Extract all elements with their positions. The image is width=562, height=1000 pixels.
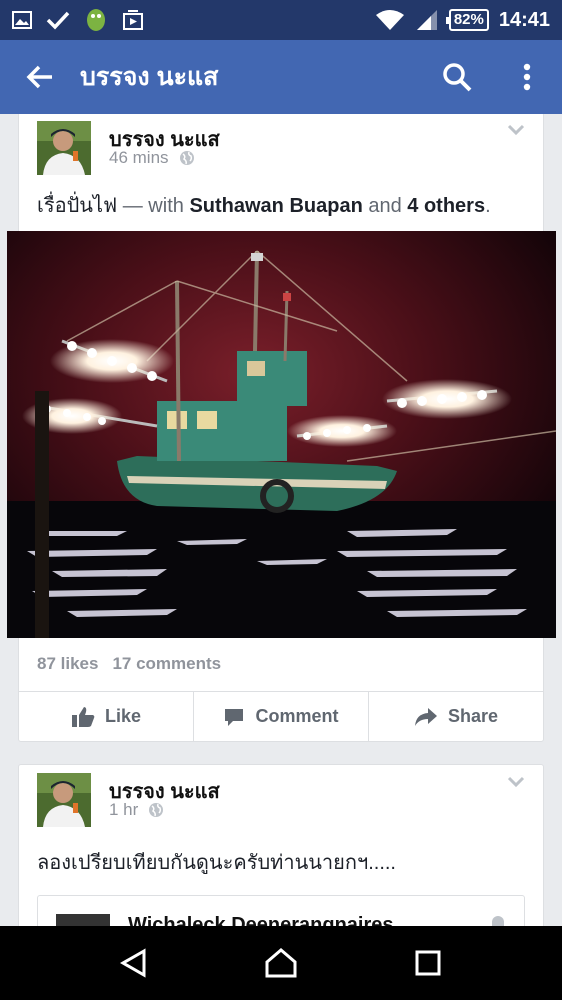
image-icon: [12, 10, 32, 30]
chevron-down-icon: [507, 124, 525, 136]
others-link[interactable]: 4 others: [407, 195, 485, 217]
tagged-friend-link[interactable]: Suthawan Buapan: [189, 195, 362, 217]
nav-back-button[interactable]: [104, 933, 164, 993]
post-text: ลองเปรียบเทียบกันดูนะครับท่านนายกฯ.....: [37, 852, 396, 874]
like-label: Like: [104, 706, 142, 726]
page-title: บรรจง นะแส: [80, 63, 219, 91]
nav-recents-button[interactable]: [398, 933, 458, 993]
media-icon: [122, 9, 144, 31]
avatar[interactable]: [37, 773, 91, 827]
share-label: Share: [447, 706, 499, 726]
post-text: เรื่อปั่นไฟ — with Suthawan Buapan and 4…: [19, 177, 543, 220]
globe-icon: [149, 803, 164, 817]
chevron-down-icon[interactable]: [492, 916, 504, 926]
more-vert-icon: [523, 63, 531, 91]
likes-count[interactable]: 87 likes: [37, 654, 98, 674]
back-nav-icon: [119, 948, 146, 978]
post-meta: 46 mins: [109, 148, 195, 168]
recents-nav-icon: [415, 950, 441, 976]
post-card: บรรจง นะแส 46 mins เรื่อปั่นไฟ — with Su…: [7, 114, 556, 742]
like-button[interactable]: Like: [19, 692, 194, 741]
chevron-down-icon: [507, 776, 525, 788]
search-button[interactable]: [422, 40, 492, 114]
post-header: บรรจง นะแส 46 mins: [19, 114, 543, 177]
share-icon: [414, 707, 437, 726]
wifi-icon: [375, 9, 405, 31]
more-options-button[interactable]: [492, 40, 562, 114]
app-bar: บรรจง นะแส: [0, 40, 562, 114]
android-icon: [84, 7, 108, 33]
signal-icon: [415, 9, 439, 31]
avatar[interactable]: [56, 914, 110, 926]
post-actions: Like Comment Share: [19, 691, 543, 741]
comments-count[interactable]: 17 comments: [112, 654, 221, 674]
post-menu-button[interactable]: [507, 123, 525, 141]
check-icon: [46, 10, 70, 30]
status-bar: 82% 14:41: [0, 0, 562, 40]
share-button[interactable]: Share: [369, 692, 543, 741]
back-arrow-icon: [26, 65, 52, 89]
system-nav-bar: [0, 926, 562, 1000]
clock: 14:41: [498, 8, 550, 31]
globe-icon: [179, 151, 194, 165]
post-meta: 1 hr: [109, 800, 164, 820]
period-text: .: [485, 195, 491, 217]
back-button[interactable]: [0, 40, 80, 114]
post-menu-button[interactable]: [507, 775, 525, 793]
shared-post-author[interactable]: Wichaleck Deenerangnaires: [128, 914, 394, 926]
post-time[interactable]: 1 hr: [109, 800, 138, 820]
thumbs-up-icon: [71, 706, 95, 727]
search-icon: [443, 63, 472, 92]
with-text: — with: [117, 195, 190, 217]
news-feed[interactable]: บรรจง นะแส 46 mins เรื่อปั่นไฟ — with Su…: [0, 114, 562, 926]
post-time[interactable]: 46 mins: [109, 148, 169, 168]
comment-button[interactable]: Comment: [194, 692, 369, 741]
nav-home-button[interactable]: [251, 933, 311, 993]
comment-icon: [225, 708, 244, 726]
shared-post[interactable]: Wichaleck Deenerangnaires: [37, 895, 525, 926]
post-header: บรรจง นะแส 1 hr: [19, 765, 543, 829]
post-caption: เรื่อปั่นไฟ: [37, 195, 118, 217]
post-stats: 87 likes 17 comments: [37, 654, 221, 674]
home-nav-icon: [265, 948, 297, 978]
comment-label: Comment: [255, 706, 339, 726]
battery-icon: 82%: [445, 9, 489, 31]
post-card: บรรจง นะแส 1 hr ลองเปรียบเทียบกันดูนะครั…: [18, 764, 544, 926]
avatar[interactable]: [37, 121, 91, 175]
and-text: and: [362, 195, 408, 217]
post-photo[interactable]: [7, 231, 556, 638]
